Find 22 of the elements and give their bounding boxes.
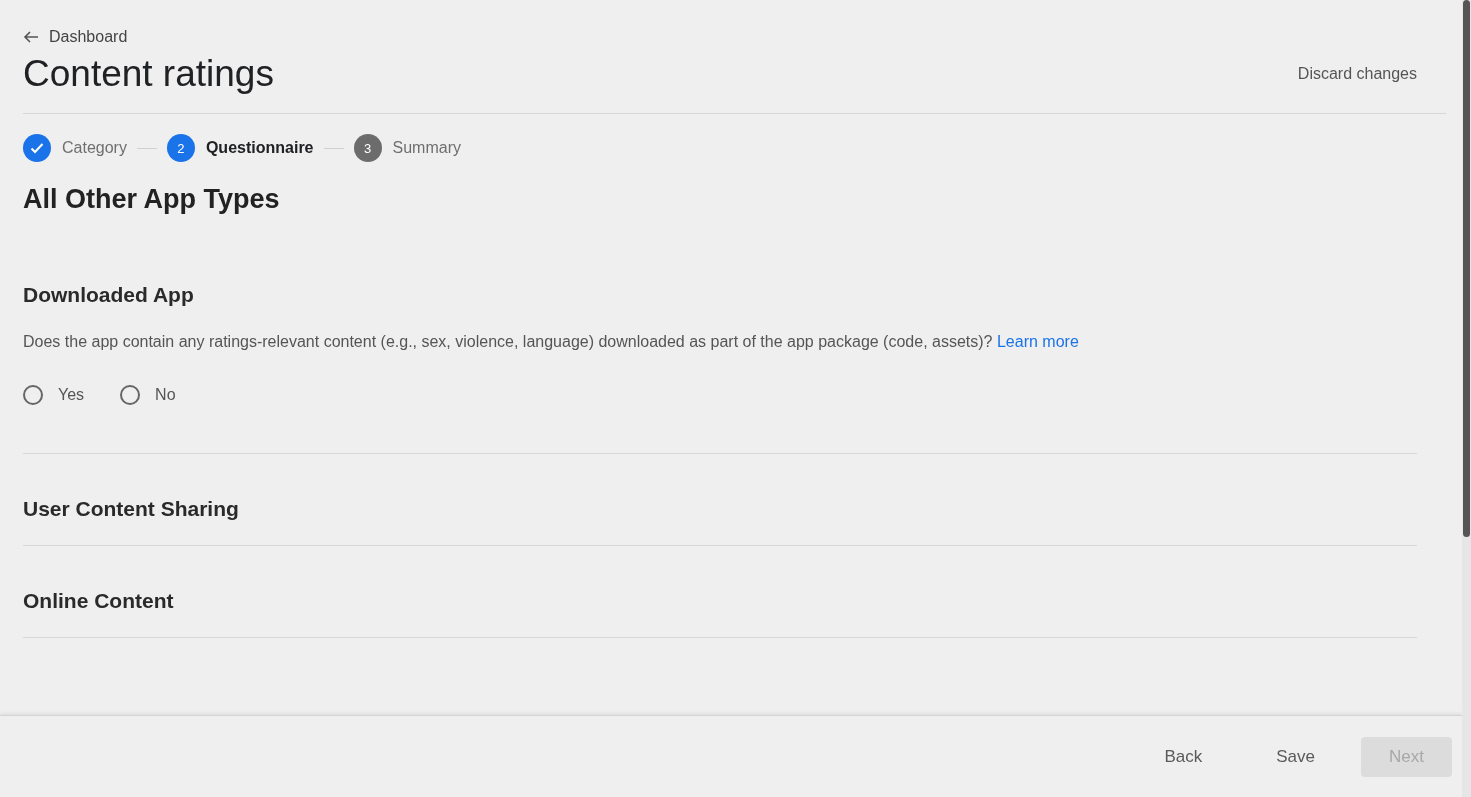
question-title[interactable]: Downloaded App	[23, 283, 1417, 307]
discard-changes-button[interactable]: Discard changes	[1297, 57, 1417, 91]
back-arrow-icon	[23, 31, 39, 43]
question-title[interactable]: User Content Sharing	[23, 497, 1417, 521]
question-title[interactable]: Online Content	[23, 589, 1417, 613]
step-label[interactable]: Category	[62, 139, 127, 157]
footer-button[interactable]: Save	[1248, 736, 1344, 777]
section-title: All Other App Types	[23, 184, 281, 215]
learn-more-link[interactable]: Learn more	[996, 333, 1079, 350]
step-number: 3	[353, 134, 382, 162]
footer-button[interactable]: Back	[1136, 736, 1231, 777]
page-title: Content ratings	[23, 53, 274, 95]
radio-button[interactable]	[23, 385, 43, 405]
step-number: 2	[166, 134, 195, 162]
radio-button[interactable]	[120, 385, 141, 405]
radio-label: No	[155, 386, 176, 404]
back-link[interactable]: Dashboard	[23, 28, 128, 46]
question-text: Does the app contain any ratings-relevant content (e.g., sex, violence, language) downloaded as part of the app package (code, assets)? Learn more	[23, 333, 1080, 351]
radio-label: Yes	[58, 386, 85, 404]
step-label[interactable]: Summary	[392, 139, 461, 157]
scrollbar[interactable]	[1462, 0, 1471, 797]
step-label[interactable]: Questionnaire	[205, 139, 314, 157]
